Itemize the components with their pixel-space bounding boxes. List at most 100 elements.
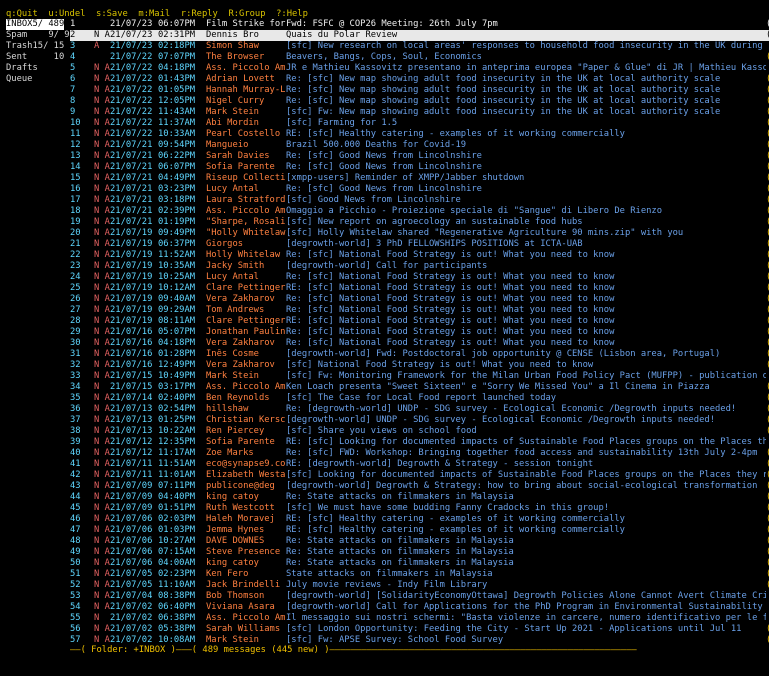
message-row[interactable]: 32 N A21/07/16 12:49PM Vera Zakharov [sfc] N…: [70, 360, 769, 371]
message-time: 10:27AM: [158, 536, 196, 546]
message-subject: Re: State attacks on filmmakers in Malay…: [286, 547, 514, 557]
message-row[interactable]: 13 N A21/07/21 06:22PM Sarah Davies Re: [sfc…: [70, 151, 769, 162]
message-time: 06:07PM: [158, 19, 196, 29]
message-row[interactable]: 31 N A21/07/16 01:28PM Inês Cosme [degrowth-…: [70, 349, 769, 360]
message-subject: [degrowth-world] Call for Applications f…: [286, 602, 763, 612]
message-row[interactable]: 42 N A21/07/11 11:01AM Elizabeth Westa[sfc]…: [70, 470, 769, 481]
message-row[interactable]: 54 N A21/07/02 06:40PM Viviana Asara [degrow…: [70, 602, 769, 613]
message-row[interactable]: 21 N A21/07/19 06:37PM Giorgos [degrowth-wor…: [70, 239, 769, 250]
message-time: 02:18PM: [158, 41, 196, 51]
message-row[interactable]: 16 N A21/07/21 03:23PM Lucy Antal Re: [sfc] …: [70, 184, 769, 195]
message-flag: N A: [94, 162, 110, 172]
message-row[interactable]: 53 N A21/07/04 08:38PM Bob Thomson [degrowth…: [70, 591, 769, 602]
sidebar-item[interactable]: Spam 9/ 9: [6, 30, 70, 41]
message-row[interactable]: 44 N A21/07/09 04:40PM king catoy Re: State …: [70, 492, 769, 503]
message-row[interactable]: 30 N A21/07/16 04:18PM Vera Zakharov Re: [sf…: [70, 338, 769, 349]
message-num: 46: [70, 514, 81, 524]
message-row[interactable]: 49 N A21/07/06 07:15AM Steve Presence Re: St…: [70, 547, 769, 558]
message-row[interactable]: 29 N A21/07/16 05:07PM Jonathan PaulinRe: […: [70, 327, 769, 338]
message-row[interactable]: 40 N A21/07/12 11:17AM Zoe Marks Re: [sfc] F…: [70, 448, 769, 459]
message-row[interactable]: 41 N A21/07/11 11:51AM eco@synapse9.coRE: […: [70, 459, 769, 470]
message-row[interactable]: 22 N A21/07/19 11:52AM Holly Whitelaw Re: [s…: [70, 250, 769, 261]
sidebar-item[interactable]: Queue: [6, 74, 66, 85]
message-from: Ken Fero: [206, 569, 249, 579]
sidebar-item[interactable]: INBOX5/ 489: [6, 19, 66, 30]
message-date: 21/07/11: [110, 459, 153, 469]
message-from: Sarah Williams: [206, 624, 281, 634]
sidebar-item[interactable]: Sent 10: [6, 52, 66, 63]
message-time: 02:31PM: [158, 30, 196, 40]
message-flag: N A: [94, 437, 110, 447]
message-row[interactable]: 48 N A21/07/06 10:27AM DAVE DOWNES Re: State…: [70, 536, 769, 547]
message-row[interactable]: 20 N A21/07/19 09:49PM "Holly Whitelaw[sfc]…: [70, 228, 769, 239]
message-row[interactable]: 47 N A21/07/06 01:03PM Jemma Hynes RE: [sfc]…: [70, 525, 769, 536]
message-row[interactable]: 10 N A21/07/22 11:37AM Abi Mordin [sfc] Farm…: [70, 118, 769, 129]
message-time: 07:15AM: [158, 547, 196, 557]
message-num: 21: [70, 239, 81, 249]
message-row[interactable]: 37 N A21/07/13 01:25PM Christian Kersc[degr…: [70, 415, 769, 426]
message-row[interactable]: 43 N A21/07/09 07:11PM publicone@deg [degrow…: [70, 481, 769, 492]
message-row[interactable]: 5 N A21/07/22 04:18PM Ass. Piccolo AmJR e M…: [70, 63, 769, 74]
message-row[interactable]: 33 N A21/07/15 10:49PM Mark Stein [sfc] Fw: …: [70, 371, 769, 382]
message-row[interactable]: 4 21/07/22 07:07PM The Browser Beavers, Bang…: [70, 52, 769, 63]
message-row[interactable]: 18 N A21/07/21 02:39PM Ass. Piccolo AmOmagg…: [70, 206, 769, 217]
message-row[interactable]: 35 N A21/07/14 02:40PM Ben Reynolds [sfc] Th…: [70, 393, 769, 404]
message-num: 43: [70, 481, 81, 491]
message-row[interactable]: 7 N A21/07/22 01:05PM Hannah Murray-LRe: [s…: [70, 85, 769, 96]
message-num: 35: [70, 393, 81, 403]
message-date: 21/07/19: [110, 272, 153, 282]
message-row[interactable]: 1 21/07/23 06:07PM Film Strike forFwd: FSFC…: [70, 19, 769, 30]
message-from: Jonathan Paulin: [206, 327, 286, 337]
message-subject: RE: [degrowth-world] Degrowth & Strategy…: [286, 459, 594, 469]
message-num: 48: [70, 536, 81, 546]
message-row[interactable]: 24 N A21/07/19 10:25AM Lucy Antal Re: [sfc] …: [70, 272, 769, 283]
message-row[interactable]: 2 N A21/07/23 02:31PM Dennis Bro Quais du Po…: [70, 30, 769, 41]
message-from: Mark Stein: [206, 371, 259, 381]
message-row[interactable]: 3 A 21/07/23 02:18PM Simon Shaw [sfc] New res…: [70, 41, 769, 52]
message-row[interactable]: 56 N A21/07/02 05:38PM Sarah Williams [sfc] …: [70, 624, 769, 635]
message-row[interactable]: 38 N A21/07/13 10:22AM Ren Piercey [sfc] Sha…: [70, 426, 769, 437]
message-row[interactable]: 8 N A21/07/22 12:05PM Nigel Curry Re: [sfc] …: [70, 96, 769, 107]
message-row[interactable]: 11 N A21/07/22 10:33AM Pearl Costello RE: [s…: [70, 129, 769, 140]
message-row[interactable]: 39 N A21/07/12 12:35PM Sofia Parente RE: [sf…: [70, 437, 769, 448]
message-row[interactable]: 9 N A21/07/22 11:43AM Mark Stein [sfc] Fw: N…: [70, 107, 769, 118]
message-flag: N A: [94, 85, 110, 95]
message-date: 21/07/16: [110, 338, 153, 348]
message-num: 4: [70, 52, 76, 62]
message-from: Ass. Piccolo Am: [206, 382, 286, 392]
message-row[interactable]: 50 N A21/07/06 04:00AM king catoy Re: State …: [70, 558, 769, 569]
sidebar-item[interactable]: Drafts: [6, 63, 66, 74]
message-row[interactable]: 25 N A21/07/19 10:12AM Clare PettingerRE: […: [70, 283, 769, 294]
message-row[interactable]: 28 N A21/07/19 08:11AM Clare PettingerRE: […: [70, 316, 769, 327]
message-subject: [sfc] Looking for documented impacts of …: [286, 470, 766, 480]
message-time: 01:25PM: [158, 415, 196, 425]
message-row[interactable]: 14 N A21/07/21 06:07PM Sofia Parente Re: [sf…: [70, 162, 769, 173]
message-flag: N A: [94, 547, 110, 557]
message-from: Inês Cosme: [206, 349, 259, 359]
message-row[interactable]: 15 N A21/07/21 04:49PM Riseup Collecti[xmpp…: [70, 173, 769, 184]
message-row[interactable]: 34 N 21/07/15 03:17PM Ass. Piccolo AmKen Loa…: [70, 382, 769, 393]
message-date: 21/07/19: [110, 239, 153, 249]
message-row[interactable]: 12 N A21/07/21 09:54PM Mangueio Brazil 500.0…: [70, 140, 769, 151]
message-row[interactable]: 36 N A21/07/13 02:54PM hillshaw Re: [degrowt…: [70, 404, 769, 415]
message-row[interactable]: 52 N A21/07/05 11:10AM Jack Brindelli July m…: [70, 580, 769, 591]
message-row[interactable]: 46 N A21/07/06 02:03PM Haleh Moravej RE: [sf…: [70, 514, 769, 525]
message-from: Lucy Antal: [206, 272, 259, 282]
message-row[interactable]: 23 N A21/07/19 10:35AM Jacky Smith [degrowth…: [70, 261, 769, 272]
message-row[interactable]: 27 N A21/07/19 09:29AM Tom Andrews Re: [sfc]…: [70, 305, 769, 316]
message-subject: [sfc] Fw: Monitoring Framework for the M…: [286, 371, 766, 381]
message-from: king catoy: [206, 558, 259, 568]
message-row[interactable]: 6 N A21/07/22 01:43PM Adrian Lovett Re: [sfc…: [70, 74, 769, 85]
message-row[interactable]: 55 N 21/07/02 06:38PM Ass. Piccolo AmIl mess…: [70, 613, 769, 624]
sidebar-item[interactable]: Trash15/ 15: [6, 41, 66, 52]
message-row[interactable]: 51 N A21/07/05 02:23PM Ken Fero State attack…: [70, 569, 769, 580]
message-from: Adrian Lovett: [206, 74, 275, 84]
message-from: Clare Pettinger: [206, 283, 286, 293]
message-row[interactable]: 26 N A21/07/19 09:40AM Vera Zakharov Re: [sf…: [70, 294, 769, 305]
message-row[interactable]: 19 N A21/07/21 01:19PM "Sharpe, Rosali[sfc]…: [70, 217, 769, 228]
message-date: 21/07/19: [110, 261, 153, 271]
message-num: 47: [70, 525, 81, 535]
message-from: Jemma Hynes: [206, 525, 265, 535]
message-row[interactable]: 17 N A21/07/21 03:18PM Laura Stratford[sfc]…: [70, 195, 769, 206]
message-row[interactable]: 45 N A21/07/09 01:51PM Ruth Westcott [sfc] W…: [70, 503, 769, 514]
